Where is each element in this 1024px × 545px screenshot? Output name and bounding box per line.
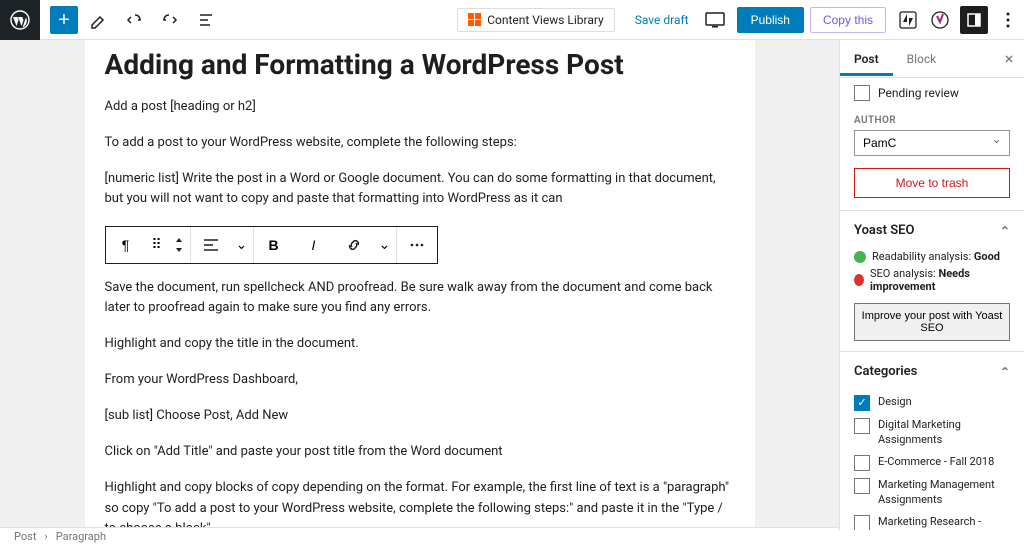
edit-mode-icon[interactable]	[82, 4, 114, 36]
author-select[interactable]: PamC	[854, 130, 1010, 156]
preview-button[interactable]	[699, 4, 731, 36]
checkbox-icon[interactable]	[854, 418, 870, 434]
top-toolbar: + Content Views Library Save draft Publi…	[0, 0, 1024, 40]
yoast-icon[interactable]	[924, 4, 956, 36]
chevron-down-icon[interactable]: ⌄	[374, 227, 396, 263]
paragraph-block[interactable]: Highlight and copy the title in the docu…	[105, 334, 735, 354]
status-dot-red-icon	[854, 274, 864, 286]
paragraph-type-icon[interactable]: ¶	[106, 227, 146, 263]
pending-review-row[interactable]: Pending review	[840, 78, 1024, 107]
copy-this-button[interactable]: Copy this	[810, 7, 886, 33]
settings-panel-toggle[interactable]	[960, 6, 988, 34]
readability-status: Readability analysis: Good	[840, 250, 1024, 267]
panel-categories[interactable]: Categories ⌃	[840, 351, 1024, 391]
more-options-icon[interactable]	[992, 4, 1024, 36]
move-to-trash-button[interactable]: Move to trash	[854, 168, 1010, 198]
paragraph-block[interactable]: Click on "Add Title" and paste your post…	[105, 442, 735, 462]
undo-icon[interactable]	[118, 4, 150, 36]
category-item[interactable]: Marketing Research - Summer 2018	[840, 511, 1024, 530]
checkbox-icon[interactable]	[854, 455, 870, 471]
content-views-label: Content Views Library	[487, 13, 604, 27]
redo-icon[interactable]	[154, 4, 186, 36]
paragraph-block[interactable]: [numeric list] Write the post in a Word …	[105, 169, 735, 209]
improve-yoast-button[interactable]: Improve your post with Yoast SEO	[854, 303, 1010, 341]
grid-icon	[468, 13, 481, 26]
jetpack-icon[interactable]	[892, 4, 924, 36]
italic-icon[interactable]: I	[294, 227, 334, 263]
category-item[interactable]: Digital Marketing Assignments	[840, 414, 1024, 451]
align-icon[interactable]	[191, 227, 231, 263]
editor-canvas[interactable]: Adding and Formatting a WordPress Post A…	[0, 40, 839, 530]
sidebar-tabs: Post Block ×	[840, 40, 1024, 78]
category-item[interactable]: ✓Design	[840, 391, 1024, 414]
post-body[interactable]: Add a post [heading or h2] To add a post…	[105, 97, 735, 530]
more-block-options-icon[interactable]	[397, 227, 437, 263]
paragraph-block[interactable]: [sub list] Choose Post, Add New	[105, 406, 735, 426]
checkbox-icon[interactable]	[854, 85, 870, 101]
save-draft-link[interactable]: Save draft	[625, 7, 699, 33]
add-block-button[interactable]: +	[50, 6, 78, 34]
breadcrumb: Post › Paragraph	[0, 527, 838, 545]
paragraph-block[interactable]: From your WordPress Dashboard,	[105, 370, 735, 390]
bold-icon[interactable]: B	[254, 227, 294, 263]
checkbox-icon[interactable]	[854, 515, 870, 530]
content-views-library-button[interactable]: Content Views Library	[457, 8, 615, 32]
author-label: Author	[840, 107, 1024, 128]
checkbox-checked-icon[interactable]: ✓	[854, 395, 870, 411]
tab-post[interactable]: Post	[840, 42, 893, 76]
chevron-right-icon: ›	[44, 530, 47, 543]
close-sidebar-icon[interactable]: ×	[994, 49, 1024, 68]
breadcrumb-leaf[interactable]: Paragraph	[56, 530, 106, 543]
checkbox-icon[interactable]	[854, 478, 870, 494]
status-dot-green-icon	[854, 251, 866, 263]
category-item[interactable]: E-Commerce - Fall 2018	[840, 451, 1024, 474]
drag-handle-icon[interactable]: ⠿	[146, 227, 168, 263]
move-arrows-icon[interactable]	[168, 227, 190, 263]
document-overview-icon[interactable]	[190, 4, 222, 36]
chevron-up-icon: ⌃	[1000, 365, 1010, 379]
publish-button[interactable]: Publish	[737, 7, 804, 33]
pending-review-label: Pending review	[878, 86, 959, 100]
chevron-down-icon[interactable]: ⌄	[231, 227, 253, 263]
wordpress-logo[interactable]	[0, 0, 40, 40]
seo-status: SEO analysis: Needs improvement	[840, 267, 1024, 297]
post-title[interactable]: Adding and Formatting a WordPress Post	[105, 40, 735, 97]
category-item[interactable]: Marketing Management Assignments	[840, 474, 1024, 511]
paragraph-block[interactable]: To add a post to your WordPress website,…	[105, 133, 735, 153]
breadcrumb-root[interactable]: Post	[14, 530, 36, 543]
paragraph-block[interactable]: Add a post [heading or h2]	[105, 97, 735, 117]
chevron-up-icon: ⌃	[1000, 224, 1010, 238]
paragraph-block[interactable]: Highlight and copy blocks of copy depend…	[105, 478, 735, 530]
link-icon[interactable]	[334, 227, 374, 263]
paragraph-block[interactable]: Save the document, run spellcheck AND pr…	[105, 278, 735, 318]
panel-yoast-seo[interactable]: Yoast SEO ⌃	[840, 210, 1024, 250]
block-toolbar: ¶ ⠿ ⌄ B I ⌄	[105, 226, 438, 264]
settings-sidebar: Post Block × Pending review Author PamC …	[839, 40, 1024, 530]
tab-block[interactable]: Block	[893, 42, 951, 76]
